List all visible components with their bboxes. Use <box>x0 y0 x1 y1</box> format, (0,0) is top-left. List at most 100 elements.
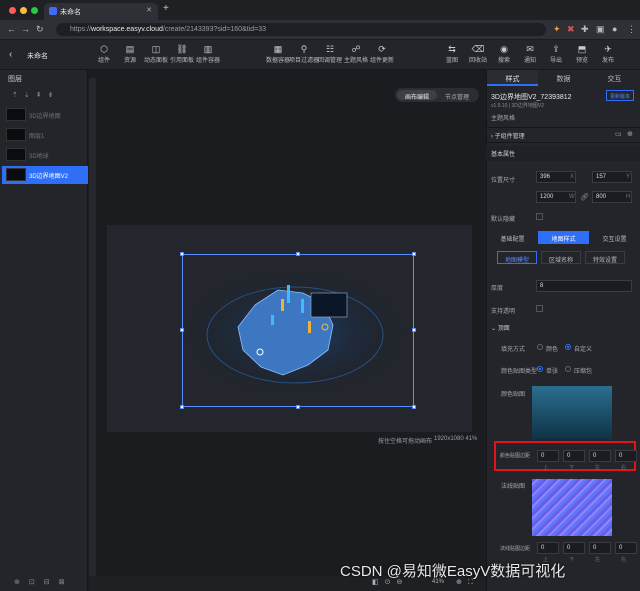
color-margin-input[interactable]: 0 <box>537 450 559 462</box>
pos-y-value: 157 <box>596 174 607 180</box>
component-name: 3D边界地图V2_72393812 <box>491 94 572 101</box>
fill-custom-label: 自定义 <box>574 347 593 353</box>
layer-item[interactable]: 3D边界地图V2 <box>2 166 88 184</box>
tab-panel-0[interactable]: 样式 <box>487 70 538 86</box>
top-face-title: 顶面 <box>497 326 510 332</box>
theme-style-link[interactable]: 主题风格 <box>491 113 515 122</box>
transparent-label: 支持透明 <box>491 309 516 315</box>
resize-handle[interactable] <box>412 328 416 332</box>
toolbar-button-update[interactable]: ⟳ 组件更新 <box>364 44 400 64</box>
publish-icon: ✈ <box>604 44 612 54</box>
toolbar-button-label: 组件 <box>97 58 110 64</box>
resize-handle[interactable] <box>296 405 300 409</box>
toolbar-button-publish[interactable]: ✈ 发布 <box>590 44 626 64</box>
reload-icon[interactable]: ↻ <box>36 24 44 35</box>
close-tab-icon[interactable]: ✕ <box>146 6 152 14</box>
layer-item[interactable]: 3D边界地图 <box>2 106 88 124</box>
style-subtab[interactable]: 地图样式 <box>538 231 589 244</box>
add-icon[interactable]: ⊕ <box>627 130 633 138</box>
normal-map-preview[interactable] <box>532 479 612 536</box>
color-margin-input[interactable]: 0 <box>563 450 585 462</box>
normal-margin-input[interactable]: 0 <box>563 542 585 554</box>
back-arrow-icon[interactable]: ‹ <box>9 49 12 60</box>
extension-icon[interactable]: ✦ <box>553 24 561 35</box>
resize-handle[interactable] <box>412 252 416 256</box>
menu-icon[interactable]: ⋮ <box>627 24 636 35</box>
url-host: workspace.easyv.cloud <box>91 26 163 33</box>
resize-handle[interactable] <box>180 405 184 409</box>
lock-ratio-icon[interactable]: 🔗︎ <box>580 193 589 201</box>
selection-frame[interactable] <box>182 254 414 407</box>
style-subtab[interactable]: 交互设置 <box>589 231 640 244</box>
tex-single-radio[interactable] <box>537 366 543 372</box>
fill-custom-radio[interactable] <box>565 344 571 350</box>
default-hide-label: 默认隐藏 <box>491 217 516 223</box>
resize-handle[interactable] <box>296 252 300 256</box>
resize-handle[interactable] <box>412 405 416 409</box>
layer-item[interactable]: 3D地球 <box>2 146 88 164</box>
layer-label: 3D边界地图V2 <box>29 174 69 180</box>
folder-icon[interactable]: ▭ <box>615 130 622 138</box>
w-unit: W <box>569 194 575 200</box>
extension-x-icon[interactable]: ✖ <box>567 24 575 35</box>
style-subtab[interactable]: 基础配置 <box>487 231 538 244</box>
tab-title: 未命名 <box>60 9 81 16</box>
close-window-icon[interactable] <box>9 7 16 14</box>
project-title: 未命名 <box>27 53 48 60</box>
toolbar-button-label: 搜索 <box>497 58 510 64</box>
puzzle-icon[interactable]: ✚ <box>581 24 589 35</box>
tex-single-label: 单张 <box>546 369 559 375</box>
minimize-window-icon[interactable] <box>20 7 27 14</box>
default-hide-checkbox[interactable] <box>536 213 543 220</box>
fill-mode-label: 填充方式 <box>501 347 526 353</box>
layer-thumbnail <box>6 168 26 181</box>
width-value: 1200 <box>540 194 554 200</box>
thickness-input[interactable]: 8 <box>536 280 632 292</box>
resolution-readout: 1920x1080 41% <box>434 436 478 442</box>
color-margin-input[interactable]: 0 <box>589 450 611 462</box>
tab-panel-1[interactable]: 数据 <box>538 70 589 86</box>
transparent-checkbox[interactable] <box>536 305 543 312</box>
map-model-subtab[interactable]: 特效设置 <box>585 251 625 264</box>
url-field[interactable]: https://workspace.easyv.cloud/create/214… <box>56 23 546 36</box>
node-manage-tab[interactable]: 节点管理 <box>437 90 477 101</box>
layer-tools[interactable]: ⇡⇣⇞⇟ <box>12 91 59 99</box>
toolbar-button-label: 组件容器 <box>195 58 220 64</box>
normal-margin-input-unit: 左 <box>595 557 601 563</box>
tex-zip-radio[interactable] <box>565 366 571 372</box>
color-margin-input-unit: 右 <box>621 465 627 471</box>
update-version-button[interactable]: 更新版本 <box>606 90 634 101</box>
profile-icon[interactable]: ● <box>612 24 617 34</box>
resize-handle[interactable] <box>180 328 184 332</box>
tab-panel-2[interactable]: 交互 <box>589 70 640 86</box>
layer-label: 3D地球 <box>29 154 49 160</box>
color-texture-preview[interactable] <box>532 386 612 439</box>
forward-icon[interactable]: → <box>21 24 30 34</box>
sidebar-icon[interactable]: ▣ <box>596 24 605 35</box>
browser-tab[interactable]: 未命名 ✕ <box>44 3 158 20</box>
layer-thumbnail <box>6 128 26 141</box>
fill-color-radio[interactable] <box>537 344 543 350</box>
back-icon[interactable]: ← <box>7 24 16 34</box>
new-tab-icon[interactable]: + <box>163 3 169 14</box>
canvas-edit-tab[interactable]: 画布编辑 <box>397 90 437 101</box>
map-model-subtab[interactable]: 区域名称 <box>541 251 581 264</box>
toolbar-button-container[interactable]: ▥ 组件容器 <box>190 44 226 64</box>
toolbar-button-label: 资源 <box>123 58 136 64</box>
height-value: 800 <box>596 194 607 200</box>
layer-footer-icons[interactable]: ⊕⊡⊟⊠ <box>14 578 73 586</box>
map-model-subtab[interactable]: 地图模型 <box>497 251 537 264</box>
update-icon: ⟳ <box>378 44 386 54</box>
normal-margin-input[interactable]: 0 <box>615 542 637 554</box>
color-margin-input[interactable]: 0 <box>615 450 637 462</box>
pos-x-value: 396 <box>540 174 551 180</box>
watermark-text: CSDN @易知微EasyV数据可视化 <box>340 563 566 580</box>
url-scheme: https:// <box>70 26 92 33</box>
normal-margin-input[interactable]: 0 <box>537 542 559 554</box>
normal-margin-input[interactable]: 0 <box>589 542 611 554</box>
maximize-window-icon[interactable] <box>31 7 38 14</box>
resize-handle[interactable] <box>180 252 184 256</box>
normal-margin-input-unit: 右 <box>621 557 627 563</box>
top-face-section[interactable]: ⌄ 顶面 <box>491 323 510 332</box>
layer-item[interactable]: 图层1 <box>2 126 88 144</box>
